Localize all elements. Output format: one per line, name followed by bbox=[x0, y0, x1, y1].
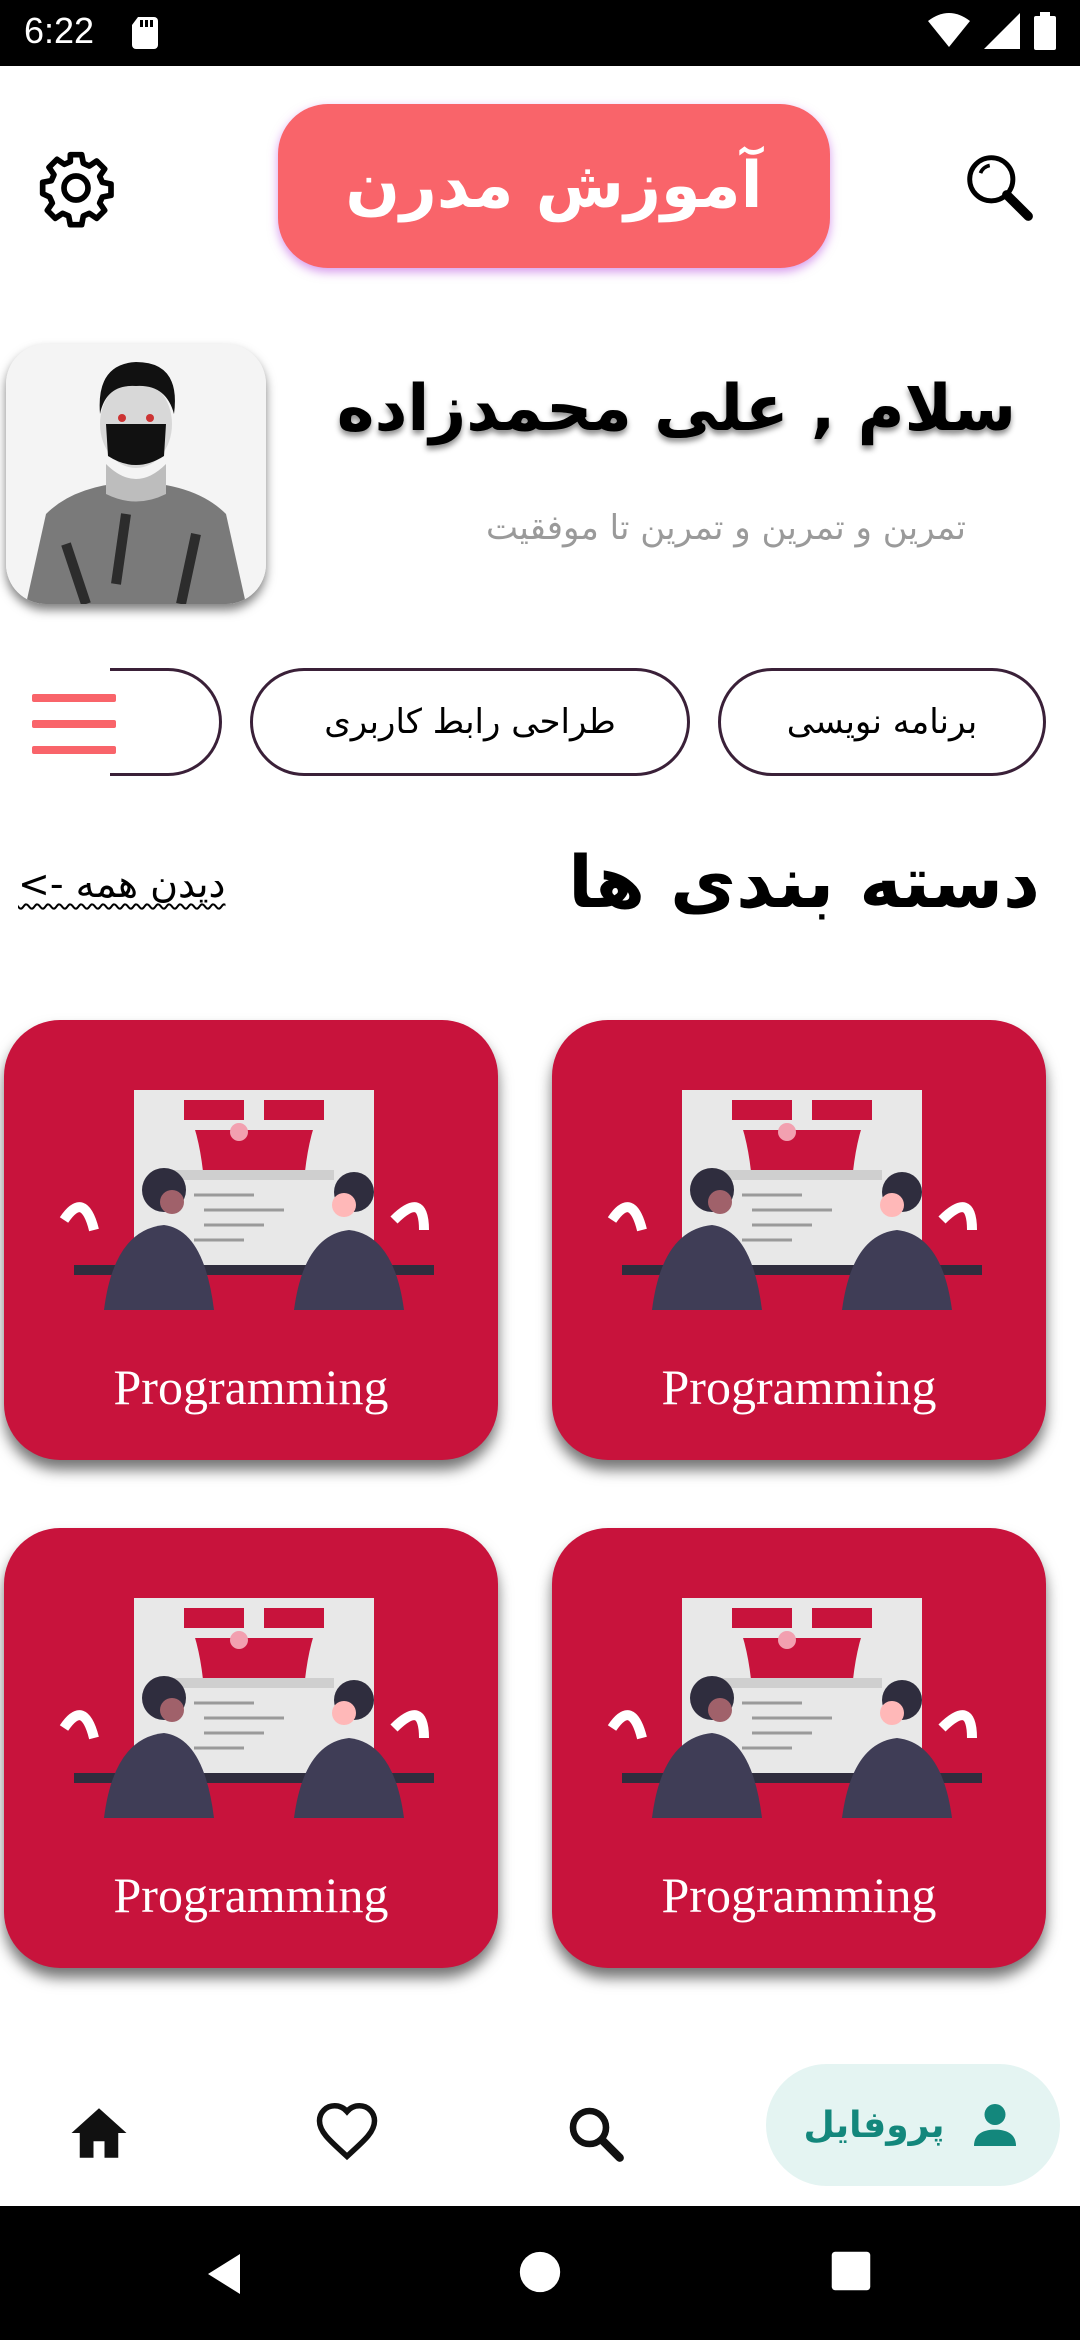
programming-illustration bbox=[59, 1598, 434, 1818]
app-title: آموزش مدرن bbox=[345, 149, 763, 223]
home-icon[interactable] bbox=[66, 2100, 132, 2166]
category-chip-programming[interactable]: برنامه نویسی bbox=[718, 668, 1046, 776]
see-all-link[interactable]: دیدن همه -> bbox=[18, 862, 225, 906]
wifi-icon bbox=[928, 13, 970, 47]
nav-profile-label: پروفایل bbox=[803, 2104, 945, 2146]
sd-card-icon bbox=[132, 17, 158, 49]
status-time: 6:22 bbox=[24, 10, 95, 51]
heart-icon[interactable] bbox=[314, 2100, 380, 2166]
bottom-navigation: پروفایل bbox=[0, 2060, 1080, 2206]
category-card[interactable]: Programming bbox=[4, 1020, 498, 1460]
signal-icon bbox=[984, 13, 1020, 49]
status-bar: 6:22 bbox=[0, 0, 1080, 66]
category-card[interactable]: Programming bbox=[552, 1020, 1046, 1460]
battery-icon bbox=[1034, 12, 1056, 50]
chip-label: طراحی رابط کاربری bbox=[324, 702, 616, 742]
card-label: Programming bbox=[113, 1867, 389, 1923]
card-label: Programming bbox=[661, 1867, 937, 1923]
search-icon[interactable] bbox=[562, 2100, 628, 2166]
search-icon[interactable] bbox=[962, 150, 1036, 224]
greeting-subtitle: تمرین و تمرین و تمرین تا موفقیت bbox=[485, 508, 966, 548]
app-title-badge: آموزش مدرن bbox=[278, 104, 830, 268]
section-title: دسته بندی ها bbox=[568, 840, 1040, 924]
category-chip-ui-design[interactable]: طراحی رابط کاربری bbox=[250, 668, 690, 776]
nav-profile-tab[interactable]: پروفایل bbox=[766, 2064, 1060, 2186]
gear-icon[interactable] bbox=[36, 148, 116, 228]
programming-illustration bbox=[607, 1090, 982, 1310]
category-card[interactable]: Programming bbox=[552, 1528, 1046, 1968]
greeting-title: سلام , علی محمدزاده bbox=[336, 372, 1016, 446]
card-label: Programming bbox=[113, 1359, 389, 1415]
programming-illustration bbox=[607, 1598, 982, 1818]
chip-label: برنامه نویسی bbox=[786, 702, 978, 742]
programming-illustration bbox=[59, 1090, 434, 1310]
avatar[interactable] bbox=[6, 344, 266, 604]
category-card[interactable]: Programming bbox=[4, 1528, 498, 1968]
back-icon[interactable] bbox=[200, 2250, 248, 2298]
home-button-icon[interactable] bbox=[518, 2250, 562, 2294]
avatar-image bbox=[6, 344, 266, 604]
system-navigation-bar bbox=[0, 2206, 1080, 2340]
card-label: Programming bbox=[661, 1359, 937, 1415]
person-icon bbox=[973, 2104, 1016, 2146]
menu-icon[interactable] bbox=[32, 694, 116, 754]
recents-icon[interactable] bbox=[830, 2250, 872, 2292]
